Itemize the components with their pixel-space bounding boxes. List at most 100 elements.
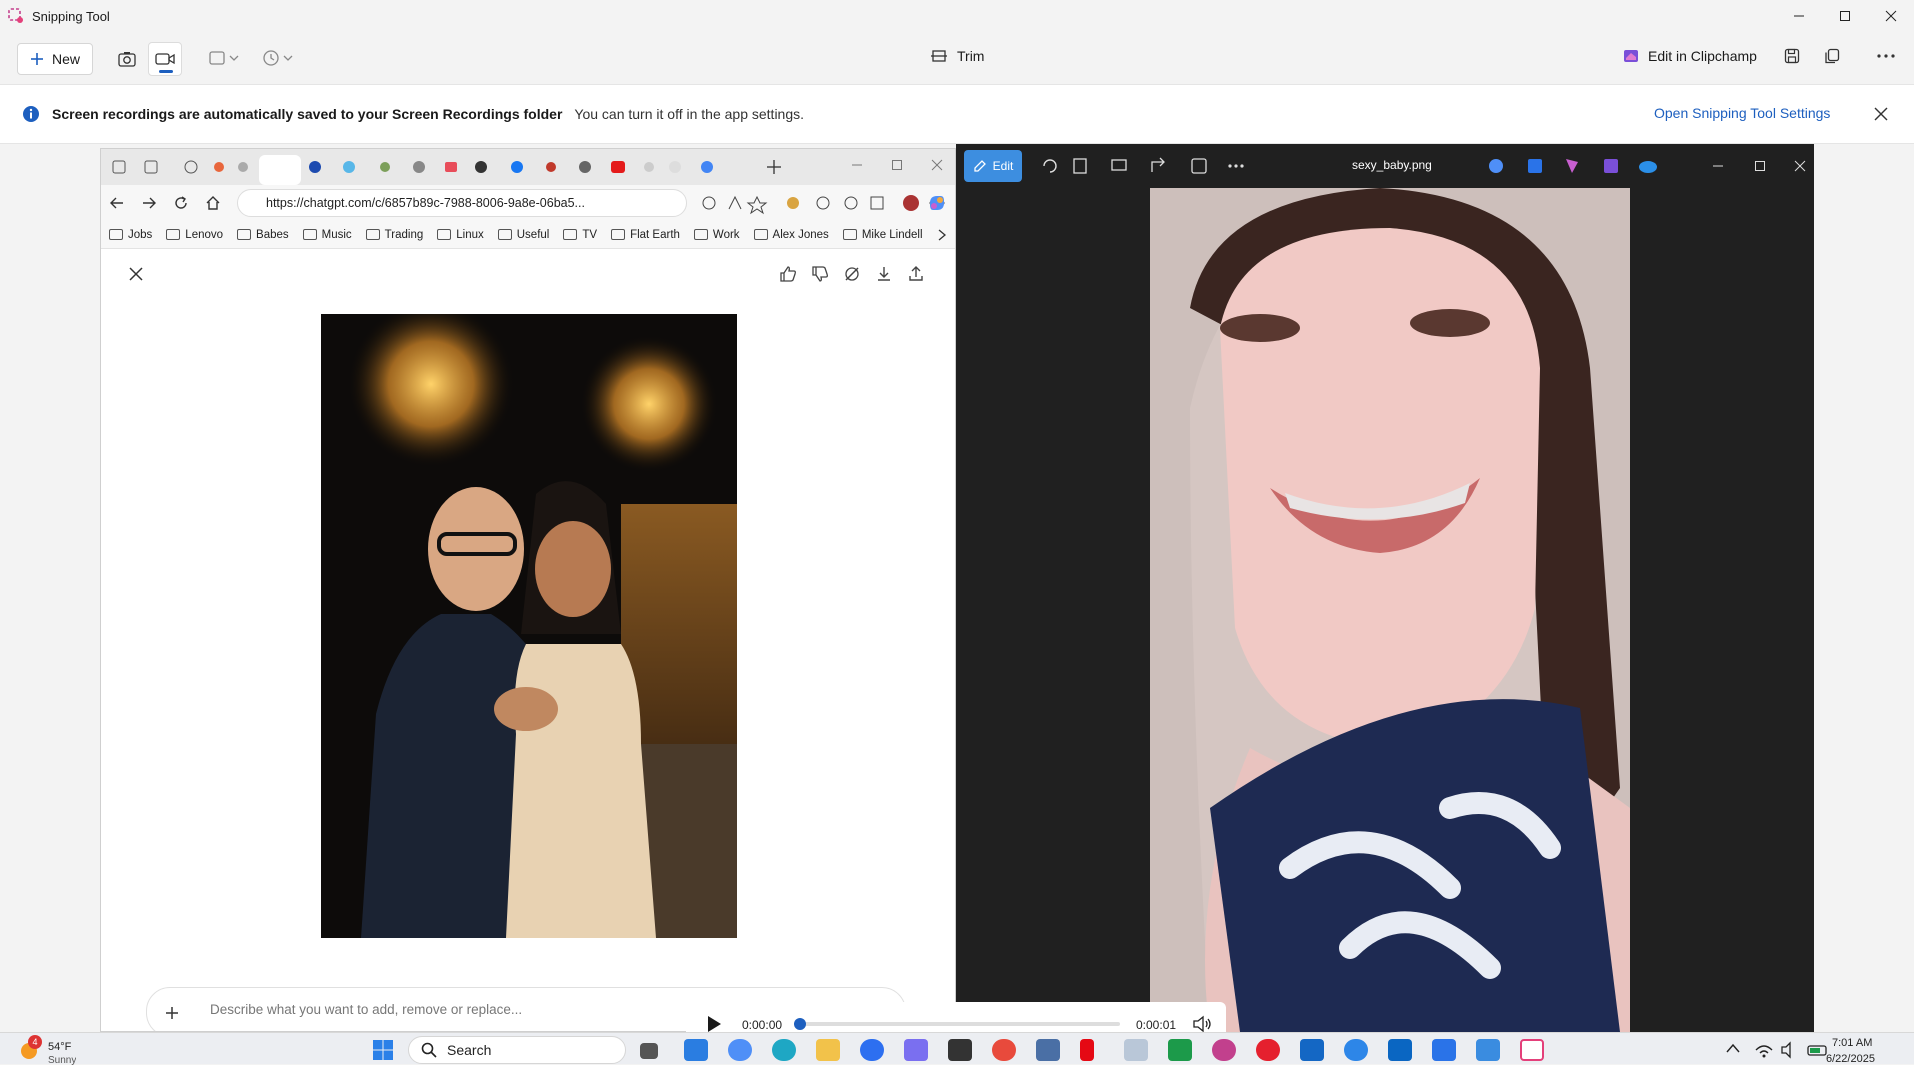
copilot-taskbar-icon[interactable] bbox=[728, 1039, 752, 1061]
home-button[interactable] bbox=[205, 195, 221, 211]
trim-button[interactable]: Trim bbox=[930, 48, 984, 64]
outlook-icon[interactable] bbox=[1300, 1039, 1324, 1061]
clipchamp-label: Edit in Clipchamp bbox=[1648, 48, 1757, 64]
seek-bar[interactable] bbox=[794, 1018, 1120, 1030]
bookmark-jobs[interactable]: Jobs bbox=[109, 229, 152, 241]
edit-image-icon[interactable] bbox=[843, 265, 861, 283]
record-mode-button[interactable] bbox=[148, 42, 182, 76]
open-settings-link[interactable]: Open Snipping Tool Settings bbox=[1654, 105, 1830, 121]
clipchamp-icon bbox=[1624, 50, 1638, 62]
capture-mode-group bbox=[110, 42, 184, 76]
dismiss-info-button[interactable] bbox=[1874, 107, 1888, 121]
bookmark-trading[interactable]: Trading bbox=[365, 229, 423, 241]
bookmark-linux[interactable]: Linux bbox=[437, 229, 484, 241]
bookmark-lenovo[interactable]: Lenovo bbox=[166, 229, 223, 241]
bookmark-mike-lindell[interactable]: Mike Lindell bbox=[842, 229, 923, 241]
messenger-icon[interactable] bbox=[1344, 1039, 1368, 1061]
system-tray-icons[interactable] bbox=[1752, 1038, 1832, 1062]
browser-close-button[interactable] bbox=[931, 159, 943, 171]
more-options-button[interactable] bbox=[1876, 48, 1896, 64]
folder-icon bbox=[611, 229, 626, 240]
close-image-button[interactable] bbox=[129, 267, 143, 281]
volume-button[interactable] bbox=[1192, 1015, 1212, 1033]
file-explorer-icon[interactable] bbox=[816, 1039, 840, 1061]
info-bar-message: You can turn it off in the app settings. bbox=[574, 106, 805, 122]
linkedin-icon[interactable] bbox=[1388, 1039, 1412, 1061]
opera-icon[interactable] bbox=[1256, 1039, 1280, 1061]
copilot-app-icon[interactable] bbox=[904, 1039, 928, 1061]
info-bar-title: Screen recordings are automatically save… bbox=[52, 106, 563, 122]
plus-icon[interactable] bbox=[165, 1006, 179, 1020]
minimize-button[interactable] bbox=[1776, 0, 1822, 32]
close-icon bbox=[129, 267, 143, 281]
maximize-button[interactable] bbox=[1822, 0, 1868, 32]
snipping-tool-taskbar-icon[interactable] bbox=[1520, 1039, 1544, 1061]
url-text: https://chatgpt.com/c/6857b89c-7988-8006… bbox=[266, 196, 585, 210]
bookmark-babes[interactable]: Babes bbox=[237, 229, 289, 241]
folder-icon bbox=[563, 229, 578, 240]
back-arrow-icon bbox=[110, 197, 123, 209]
ellipsis-icon bbox=[1877, 54, 1895, 58]
calculator-icon[interactable] bbox=[1036, 1039, 1060, 1061]
paint-icon[interactable] bbox=[1124, 1039, 1148, 1061]
chat-icon[interactable] bbox=[1168, 1039, 1192, 1061]
show-hidden-icons-button[interactable] bbox=[1726, 1043, 1740, 1053]
clock-icon bbox=[263, 50, 293, 66]
share-icon[interactable] bbox=[907, 265, 925, 283]
browser-maximize-button[interactable] bbox=[891, 159, 903, 171]
bookmark-alex-jones[interactable]: Alex Jones bbox=[753, 229, 829, 241]
edit-in-clipchamp-button[interactable]: Edit in Clipchamp bbox=[1623, 48, 1757, 64]
bookmark-tv[interactable]: TV bbox=[563, 229, 597, 241]
bookmark-work[interactable]: Work bbox=[693, 229, 740, 241]
play-button[interactable] bbox=[706, 1015, 722, 1033]
copilot-button[interactable] bbox=[927, 193, 947, 213]
rectangle-shape-icon bbox=[209, 51, 239, 65]
bookmark-flat-earth[interactable]: Flat Earth bbox=[611, 229, 680, 241]
folder-icon bbox=[365, 229, 380, 240]
netflix-icon[interactable] bbox=[1080, 1039, 1094, 1061]
info-icon bbox=[23, 106, 39, 122]
viewer-maximize-button[interactable] bbox=[1754, 160, 1766, 172]
vscode-icon[interactable] bbox=[684, 1039, 708, 1061]
snip-shape-dropdown[interactable] bbox=[208, 48, 242, 68]
task-view-icon[interactable] bbox=[640, 1043, 658, 1059]
address-bar[interactable]: https://chatgpt.com/c/6857b89c-7988-8006… bbox=[237, 189, 687, 217]
terminal-icon[interactable] bbox=[948, 1039, 972, 1061]
notepad-icon[interactable] bbox=[1432, 1039, 1456, 1061]
save-button[interactable] bbox=[1784, 48, 1800, 64]
bookmark-useful[interactable]: Useful bbox=[497, 229, 549, 241]
thumbs-up-icon[interactable] bbox=[779, 265, 797, 283]
delay-timer-dropdown[interactable] bbox=[262, 48, 296, 68]
photos-icon[interactable] bbox=[1476, 1039, 1500, 1061]
back-button[interactable] bbox=[109, 195, 125, 211]
viewer-minimize-button[interactable] bbox=[1712, 160, 1724, 172]
download-icon[interactable] bbox=[875, 265, 893, 283]
camera-icon bbox=[118, 52, 136, 67]
new-button[interactable]: New bbox=[17, 43, 93, 75]
trim-label: Trim bbox=[957, 48, 985, 64]
window-title: Snipping Tool bbox=[32, 8, 110, 24]
forward-button[interactable] bbox=[141, 195, 157, 211]
bookmarks-overflow-button[interactable] bbox=[937, 229, 947, 241]
copy-button[interactable] bbox=[1824, 48, 1840, 64]
reload-button[interactable] bbox=[173, 195, 189, 211]
seek-thumb[interactable] bbox=[794, 1018, 806, 1030]
snip-mode-button[interactable] bbox=[110, 42, 144, 76]
bookmark-music[interactable]: Music bbox=[302, 229, 352, 241]
search-label: Search bbox=[447, 1042, 492, 1058]
edit-button[interactable]: Edit bbox=[964, 150, 1022, 182]
generated-photo bbox=[321, 314, 737, 938]
taskbar-search-box[interactable]: Search bbox=[408, 1036, 626, 1064]
edge-icon[interactable] bbox=[772, 1039, 796, 1061]
browser-window: https://chatgpt.com/c/6857b89c-7988-8006… bbox=[100, 148, 956, 1032]
folder-icon bbox=[753, 229, 768, 240]
weather-widget[interactable]: 4 bbox=[18, 1035, 42, 1061]
zoom-icon[interactable] bbox=[860, 1039, 884, 1061]
start-button[interactable] bbox=[372, 1039, 394, 1061]
browser-minimize-button[interactable] bbox=[851, 159, 863, 171]
browser-app-icon[interactable] bbox=[1212, 1039, 1236, 1061]
thumbs-down-icon[interactable] bbox=[811, 265, 829, 283]
close-window-button[interactable] bbox=[1868, 0, 1914, 32]
chrome-icon[interactable] bbox=[992, 1039, 1016, 1061]
viewer-close-button[interactable] bbox=[1794, 160, 1806, 172]
